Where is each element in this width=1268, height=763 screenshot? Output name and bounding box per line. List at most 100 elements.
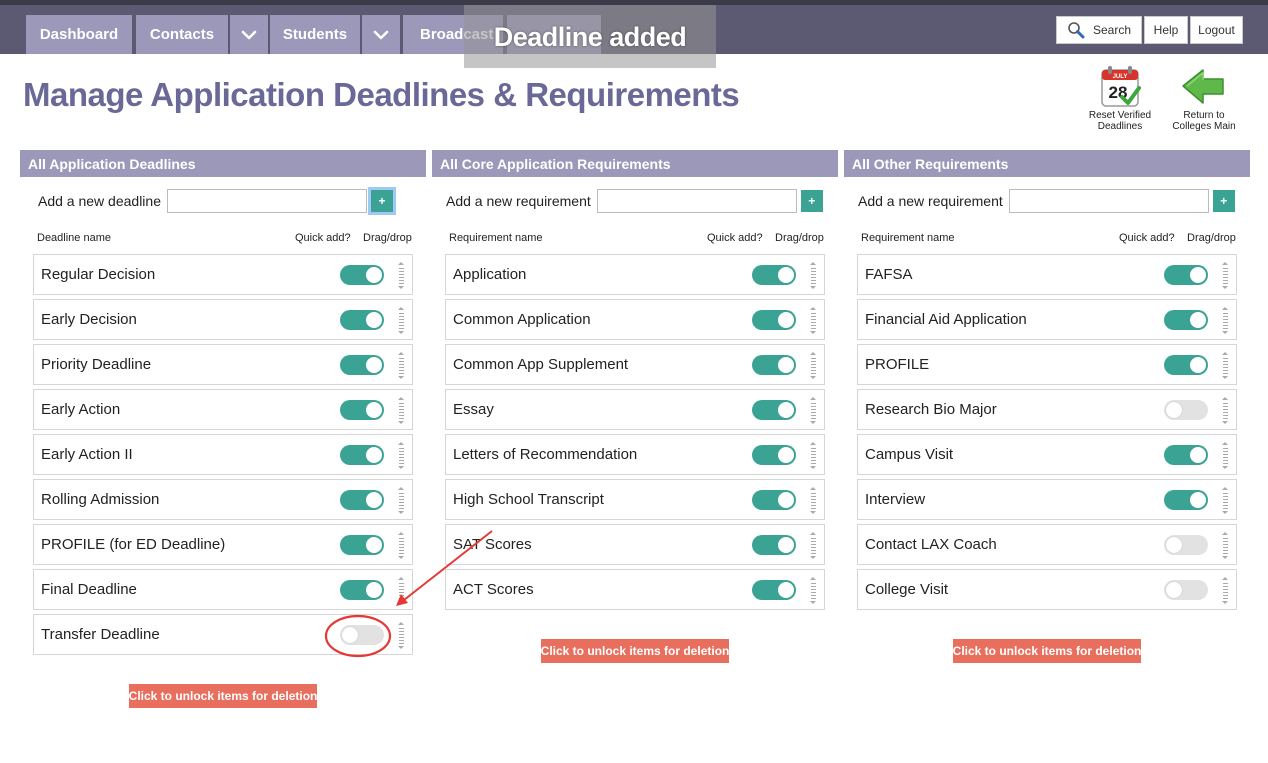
list-item[interactable]: Campus Visit bbox=[857, 434, 1237, 475]
quick-add-toggle[interactable] bbox=[752, 400, 796, 420]
quick-add-toggle[interactable] bbox=[340, 625, 384, 645]
drag-handle-icon[interactable] bbox=[397, 487, 405, 514]
quick-add-toggle[interactable] bbox=[1164, 310, 1208, 330]
drag-handle-icon[interactable] bbox=[809, 442, 817, 469]
quick-add-toggle[interactable] bbox=[1164, 355, 1208, 375]
quick-add-toggle[interactable] bbox=[340, 355, 384, 375]
new-requirement-input[interactable] bbox=[596, 189, 797, 213]
drag-handle-icon[interactable] bbox=[1221, 397, 1229, 424]
drag-handle-icon[interactable] bbox=[1221, 532, 1229, 559]
drag-handle-icon[interactable] bbox=[397, 532, 405, 559]
unlock-core-requirements-button[interactable]: Click to unlock items for deletion bbox=[541, 639, 729, 663]
drag-handle-icon[interactable] bbox=[397, 622, 405, 649]
return-to-colleges-action[interactable]: Return to Colleges Main bbox=[1164, 64, 1244, 132]
toggle-knob bbox=[778, 447, 794, 463]
quick-add-toggle[interactable] bbox=[1164, 400, 1208, 420]
list-item[interactable]: Transfer Deadline bbox=[33, 614, 413, 655]
quick-add-toggle[interactable] bbox=[752, 535, 796, 555]
item-label: Early Decision bbox=[41, 311, 137, 328]
drag-handle-icon[interactable] bbox=[809, 352, 817, 379]
quick-add-toggle[interactable] bbox=[752, 445, 796, 465]
quick-add-toggle[interactable] bbox=[1164, 490, 1208, 510]
drag-handle-icon[interactable] bbox=[809, 262, 817, 289]
other-requirements-panel: All Other Requirements Add a new require… bbox=[844, 150, 1250, 610]
new-deadline-input[interactable] bbox=[167, 189, 367, 213]
list-item[interactable]: Letters of Recommendation bbox=[445, 434, 825, 475]
quick-add-toggle[interactable] bbox=[752, 490, 796, 510]
nav-tab-dashboard[interactable]: Dashboard bbox=[26, 15, 132, 54]
list-item[interactable]: Priority Deadline bbox=[33, 344, 413, 385]
unlock-other-requirements-button[interactable]: Click to unlock items for deletion bbox=[953, 639, 1141, 663]
quick-add-toggle[interactable] bbox=[1164, 265, 1208, 285]
list-item[interactable]: Common App Supplement bbox=[445, 344, 825, 385]
contacts-menu-toggle[interactable] bbox=[230, 15, 268, 54]
list-item[interactable]: Common Application bbox=[445, 299, 825, 340]
quick-add-toggle[interactable] bbox=[752, 580, 796, 600]
drag-handle-icon[interactable] bbox=[1221, 262, 1229, 289]
list-item[interactable]: ACT Scores bbox=[445, 569, 825, 610]
list-item[interactable]: High School Transcript bbox=[445, 479, 825, 520]
drag-handle-icon[interactable] bbox=[809, 307, 817, 334]
add-requirement-button[interactable]: + bbox=[800, 190, 823, 212]
drag-handle-icon[interactable] bbox=[809, 397, 817, 424]
drag-handle-icon[interactable] bbox=[1221, 577, 1229, 604]
drag-handle-icon[interactable] bbox=[1221, 487, 1229, 514]
help-button[interactable]: Help bbox=[1144, 16, 1188, 44]
list-item[interactable]: Early Action bbox=[33, 389, 413, 430]
list-item[interactable]: FAFSA bbox=[857, 254, 1237, 295]
core-requirement-list: Application Common Application Common App … bbox=[445, 254, 825, 614]
drag-handle-icon[interactable] bbox=[809, 487, 817, 514]
nav-tab-students[interactable]: Students bbox=[270, 15, 360, 54]
list-item[interactable]: Rolling Admission bbox=[33, 479, 413, 520]
list-item[interactable]: Interview bbox=[857, 479, 1237, 520]
drag-handle-icon[interactable] bbox=[397, 352, 405, 379]
drag-handle-icon[interactable] bbox=[1221, 442, 1229, 469]
quick-add-toggle[interactable] bbox=[340, 490, 384, 510]
quick-add-toggle[interactable] bbox=[752, 310, 796, 330]
list-item[interactable]: Early Decision bbox=[33, 299, 413, 340]
quick-add-toggle[interactable] bbox=[340, 535, 384, 555]
drag-handle-icon[interactable] bbox=[397, 577, 405, 604]
list-item[interactable]: Early Action II bbox=[33, 434, 413, 475]
quick-add-toggle[interactable] bbox=[752, 265, 796, 285]
quick-add-toggle[interactable] bbox=[1164, 580, 1208, 600]
list-item[interactable]: Contact LAX Coach bbox=[857, 524, 1237, 565]
add-requirement-button[interactable]: + bbox=[1212, 190, 1235, 212]
list-item[interactable]: PROFILE (for ED Deadline) bbox=[33, 524, 413, 565]
list-item[interactable]: Application bbox=[445, 254, 825, 295]
drag-handle-icon[interactable] bbox=[397, 262, 405, 289]
drag-handle-icon[interactable] bbox=[397, 307, 405, 334]
quick-add-toggle[interactable] bbox=[340, 310, 384, 330]
list-item[interactable]: Financial Aid Application bbox=[857, 299, 1237, 340]
deadlines-panel: All Application Deadlines Add a new dead… bbox=[20, 150, 426, 655]
drag-handle-icon[interactable] bbox=[1221, 307, 1229, 334]
quick-add-toggle[interactable] bbox=[340, 400, 384, 420]
add-requirement-row: Add a new requirement + bbox=[858, 189, 1235, 213]
students-menu-toggle[interactable] bbox=[362, 15, 400, 54]
drag-handle-icon[interactable] bbox=[397, 442, 405, 469]
search-button[interactable]: Search bbox=[1056, 16, 1142, 44]
quick-add-toggle[interactable] bbox=[752, 355, 796, 375]
drag-handle-icon[interactable] bbox=[397, 397, 405, 424]
quick-add-toggle[interactable] bbox=[340, 580, 384, 600]
new-requirement-input[interactable] bbox=[1008, 189, 1209, 213]
unlock-deadlines-button[interactable]: Click to unlock items for deletion bbox=[129, 684, 317, 708]
list-item[interactable]: Regular Decision bbox=[33, 254, 413, 295]
list-item[interactable]: SAT Scores bbox=[445, 524, 825, 565]
quick-add-toggle[interactable] bbox=[340, 265, 384, 285]
logout-button[interactable]: Logout bbox=[1190, 16, 1243, 44]
drag-handle-icon[interactable] bbox=[809, 532, 817, 559]
quick-add-toggle[interactable] bbox=[340, 445, 384, 465]
list-item[interactable]: Final Deadline bbox=[33, 569, 413, 610]
drag-handle-icon[interactable] bbox=[1221, 352, 1229, 379]
drag-handle-icon[interactable] bbox=[809, 577, 817, 604]
add-deadline-button[interactable]: + bbox=[371, 190, 393, 212]
quick-add-toggle[interactable] bbox=[1164, 535, 1208, 555]
list-item[interactable]: PROFILE bbox=[857, 344, 1237, 385]
list-item[interactable]: Research Bio Major bbox=[857, 389, 1237, 430]
nav-tab-contacts[interactable]: Contacts bbox=[136, 15, 228, 54]
list-item[interactable]: Essay bbox=[445, 389, 825, 430]
list-item[interactable]: College Visit bbox=[857, 569, 1237, 610]
reset-verified-deadlines-action[interactable]: JULY 28 Reset Verified Deadlines bbox=[1080, 64, 1160, 132]
quick-add-toggle[interactable] bbox=[1164, 445, 1208, 465]
